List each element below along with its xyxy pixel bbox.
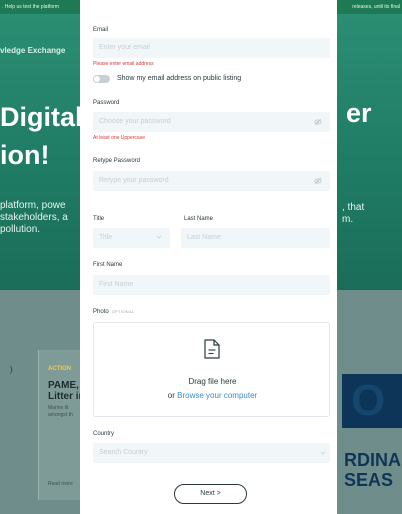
photo-dropzone[interactable]: Drag file here or Browse your computer bbox=[93, 322, 330, 417]
last-name-label: Last Name bbox=[184, 216, 214, 222]
card-excerpt: Marine lit amongst th bbox=[48, 405, 73, 419]
title-label: Title bbox=[93, 216, 105, 222]
hero-description-line: , that bbox=[342, 202, 365, 213]
announcement-left-text: . Help us test the platform bbox=[2, 4, 59, 10]
retype-password-placeholder: Retype your password bbox=[99, 177, 169, 184]
password-input[interactable]: Choose your password bbox=[93, 112, 330, 132]
email-input[interactable]: Enter your email bbox=[93, 38, 330, 58]
title-select-value: Title bbox=[99, 234, 112, 241]
chevron-down-icon bbox=[320, 451, 326, 455]
retype-password-label: Retype Password bbox=[93, 158, 141, 164]
password-placeholder: Choose your password bbox=[99, 118, 171, 125]
hero-description-line: platform, powe bbox=[0, 200, 66, 211]
announcement-right-text: releases, until its final bbox=[352, 4, 400, 10]
dropzone-title: Drag file here bbox=[188, 377, 237, 386]
dropzone-or: or bbox=[167, 391, 175, 400]
email-error: Please enter email address bbox=[93, 61, 154, 67]
hero-description-right: , that m. bbox=[342, 202, 364, 226]
card-excerpt-line: amongst th bbox=[48, 412, 73, 418]
card-category-badge: ACTION bbox=[48, 366, 71, 372]
card-read-more-link: Read more bbox=[48, 481, 73, 487]
next-button[interactable]: Next > bbox=[174, 484, 247, 504]
country-search-input[interactable]: Search Country bbox=[93, 443, 330, 463]
hero-title-right: er bbox=[346, 98, 372, 128]
public-listing-label: Show my email address on public listing bbox=[117, 75, 242, 82]
hero-description-line: stakeholders, a bbox=[0, 212, 68, 223]
eye-off-icon[interactable] bbox=[314, 118, 322, 126]
brand-name: vledge Exchange bbox=[0, 46, 66, 55]
partner-logo-letter: O bbox=[351, 376, 386, 425]
dropzone-subtitle: or Browse your computer bbox=[94, 391, 331, 400]
signup-modal: Email Enter your email Please enter emai… bbox=[80, 0, 337, 514]
optional-tag: OPTIONAL bbox=[111, 309, 135, 314]
eye-off-icon[interactable] bbox=[314, 177, 322, 185]
first-name-input[interactable]: First Name bbox=[93, 275, 330, 295]
title-select[interactable]: Title bbox=[93, 228, 170, 248]
hero-title: Digital ion! bbox=[0, 98, 83, 174]
card-fragment: ) bbox=[10, 365, 13, 374]
retype-password-input[interactable]: Retype your password bbox=[93, 171, 330, 191]
partner-logo-text: RDINA SEAS bbox=[344, 450, 401, 490]
hero-title-line: Digital bbox=[0, 102, 83, 132]
email-label: Email bbox=[93, 27, 109, 33]
country-placeholder: Search Country bbox=[99, 449, 148, 456]
card-excerpt-line: Marine lit bbox=[48, 405, 69, 411]
hero-title-line: ion! bbox=[0, 140, 50, 170]
public-listing-toggle[interactable] bbox=[93, 75, 110, 83]
last-name-input[interactable]: Last Name bbox=[181, 228, 330, 248]
hero-description-line: m. bbox=[342, 214, 354, 225]
browse-computer-link[interactable]: Browse your computer bbox=[177, 391, 257, 400]
partner-logo-line: SEAS bbox=[344, 470, 394, 490]
password-label: Password bbox=[93, 100, 120, 106]
hero-description-line: pollution. bbox=[0, 224, 41, 235]
action-card bbox=[38, 350, 82, 500]
photo-label: Photo OPTIONAL bbox=[93, 309, 134, 315]
toggle-knob bbox=[94, 76, 100, 82]
partner-logo-line: RDINA bbox=[344, 450, 401, 470]
password-error: At least one Uppercase bbox=[93, 135, 145, 141]
hero-description: platform, powe stakeholders, a pollution… bbox=[0, 200, 68, 236]
first-name-label: First Name bbox=[93, 262, 123, 268]
file-icon bbox=[204, 339, 220, 359]
photo-label-text: Photo bbox=[93, 309, 109, 315]
country-label: Country bbox=[93, 431, 115, 437]
chevron-down-icon bbox=[156, 235, 162, 239]
